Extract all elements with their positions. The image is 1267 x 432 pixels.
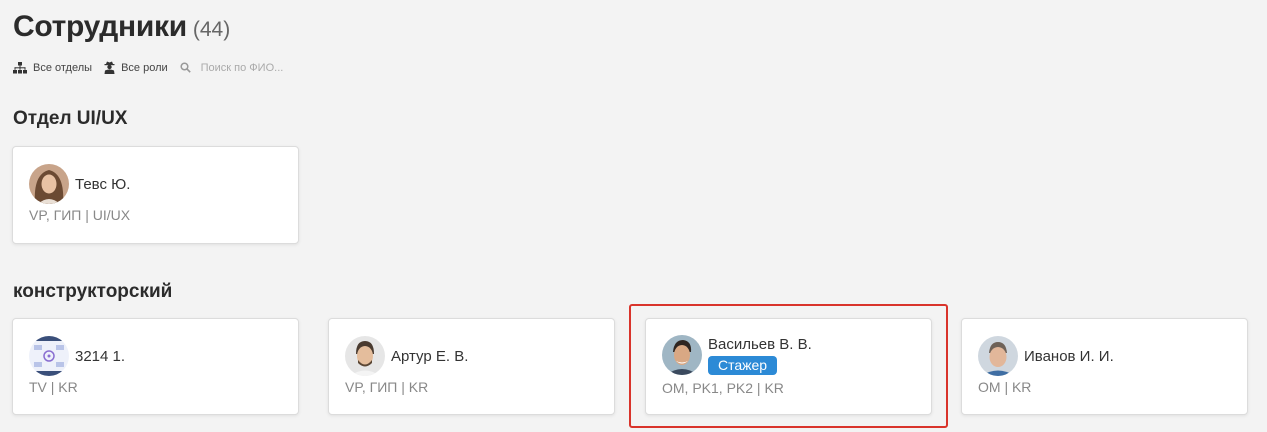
employee-card-vasiliev[interactable]: Васильев В. В. Стажер OM, PK1, PK2 | KR bbox=[645, 318, 932, 415]
employee-card-tevs[interactable]: Тевс Ю. VP, ГИП | UI/UX bbox=[12, 146, 299, 244]
employee-card-header: Иванов И. И. bbox=[978, 336, 1114, 376]
employee-info: 3214 1. bbox=[75, 348, 125, 365]
departments-filter[interactable]: Все отделы bbox=[13, 61, 93, 74]
employee-roles: OM | KR bbox=[978, 379, 1032, 395]
employee-name: Васильев В. В. bbox=[708, 335, 812, 353]
avatar bbox=[662, 335, 702, 375]
user-secret-icon bbox=[104, 61, 115, 74]
employee-name: Иванов И. И. bbox=[1024, 347, 1114, 365]
search-icon bbox=[180, 62, 191, 73]
employee-roles: TV | KR bbox=[29, 379, 78, 395]
employee-info: Иванов И. И. bbox=[1024, 348, 1114, 365]
roles-filter-label: Все роли bbox=[121, 61, 168, 74]
roles-filter[interactable]: Все роли bbox=[104, 61, 168, 74]
employee-name: Тевс Ю. bbox=[75, 175, 131, 193]
filter-bar: Все отделы Все роли bbox=[13, 61, 321, 74]
employee-card-3214[interactable]: 3214 1. TV | KR bbox=[12, 318, 299, 415]
employee-count: (44) bbox=[192, 18, 231, 41]
employee-roles: VP, ГИП | UI/UX bbox=[29, 207, 131, 223]
search-input[interactable] bbox=[200, 61, 321, 74]
avatar bbox=[345, 336, 385, 376]
intern-badge: Стажер bbox=[708, 355, 778, 375]
page-title: Сотрудники bbox=[13, 10, 187, 43]
employee-card-header: 3214 1. bbox=[29, 336, 125, 376]
employee-name: Артур Е. В. bbox=[391, 347, 469, 365]
avatar bbox=[29, 164, 69, 204]
sitemap-icon bbox=[13, 61, 27, 73]
page-header: Сотрудники (44) bbox=[13, 10, 230, 44]
employee-name: 3214 1. bbox=[75, 347, 126, 365]
employee-card-artur[interactable]: Артур Е. В. VP, ГИП | KR bbox=[328, 318, 615, 415]
avatar bbox=[978, 336, 1018, 376]
employee-roles: OM, PK1, PK2 | KR bbox=[662, 380, 784, 396]
section-title-constructor: конструкторский bbox=[13, 281, 173, 302]
employee-info: Тевс Ю. bbox=[75, 176, 130, 193]
departments-filter-label: Все отделы bbox=[33, 61, 93, 74]
employee-card-header: Тевс Ю. bbox=[29, 164, 130, 204]
employee-card-header: Артур Е. В. bbox=[345, 336, 468, 376]
employee-info: Артур Е. В. bbox=[391, 348, 468, 365]
avatar bbox=[29, 336, 69, 376]
search-box bbox=[180, 61, 321, 74]
employee-roles: VP, ГИП | KR bbox=[345, 379, 429, 395]
employee-card-header: Васильев В. В. Стажер bbox=[662, 335, 812, 375]
employee-info: Васильев В. В. Стажер bbox=[708, 336, 812, 375]
section-title-ui-ux: Отдел UI/UX bbox=[13, 108, 128, 129]
employee-card-ivanov[interactable]: Иванов И. И. OM | KR bbox=[961, 318, 1248, 415]
